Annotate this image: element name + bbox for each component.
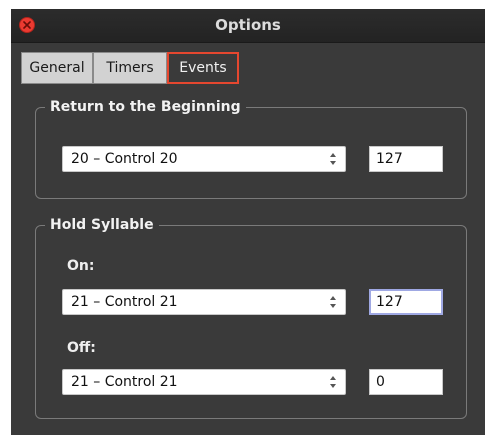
hold-group-title: Hold Syllable (45, 216, 159, 234)
tab-events[interactable]: Events (167, 52, 239, 84)
return-control-select[interactable]: 20 – Control 20 (62, 146, 346, 172)
return-group-title: Return to the Beginning (45, 98, 246, 116)
tab-timers[interactable]: Timers (93, 52, 167, 84)
return-to-beginning-group: Return to the Beginning 20 – Control 20 … (35, 98, 467, 199)
hold-off-value-field[interactable]: 0 (369, 369, 443, 395)
hold-on-control-value: 21 – Control 21 (71, 294, 178, 310)
on-label: On: (67, 258, 95, 274)
options-window: Options General Timers Events Return to … (11, 9, 485, 435)
off-label: Off: (67, 340, 96, 356)
hold-off-control-value: 21 – Control 21 (71, 374, 178, 390)
tab-general[interactable]: General (21, 52, 93, 84)
window-title: Options (215, 16, 281, 34)
select-arrows-icon (330, 296, 336, 308)
hold-on-value-field[interactable]: 127 (369, 289, 443, 315)
hold-syllable-group: Hold Syllable On: 21 – Control 21 127 Of… (35, 216, 467, 419)
select-arrows-icon (330, 153, 336, 165)
title-bar: Options (11, 9, 485, 43)
hold-off-control-select[interactable]: 21 – Control 21 (62, 369, 346, 395)
return-value-field[interactable]: 127 (369, 146, 443, 172)
hold-on-control-select[interactable]: 21 – Control 21 (62, 289, 346, 315)
select-arrows-icon (330, 376, 336, 388)
return-control-value: 20 – Control 20 (71, 151, 178, 167)
